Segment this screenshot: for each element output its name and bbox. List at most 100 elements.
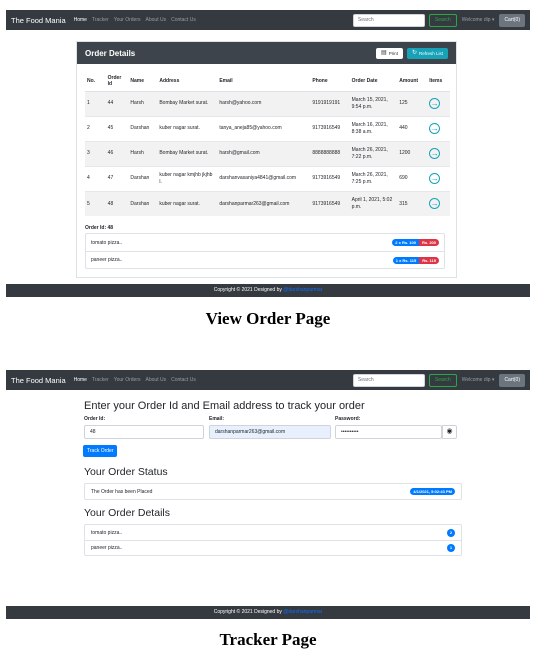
cell-phone: 9173916549 [310, 115, 350, 141]
order-id-label: Order Id: [84, 416, 106, 422]
col-phone: Phone [310, 72, 350, 92]
cell-amount: 690 [397, 165, 428, 191]
cell-phone: 9173916549 [310, 190, 350, 216]
status-text: The Order has been Placed [91, 488, 153, 495]
navbar-right: Search Search Welcome dip ▾ Cart(0) [352, 13, 525, 27]
item-price-badge: 1 x Rs. 115 Rs. 115 [392, 256, 439, 264]
cell-phone: 9173916549 [310, 165, 350, 191]
tracker-heading: Enter your Order Id and Email address to… [84, 400, 365, 412]
eye-icon[interactable]: ◉ [442, 425, 457, 439]
arrow-circle-right-icon[interactable]: → [429, 123, 441, 134]
nav-contact-us[interactable]: Contact Us [171, 17, 196, 23]
password-input[interactable]: •••••••••• [335, 425, 442, 439]
arrow-circle-right-icon[interactable]: → [429, 173, 441, 184]
nav-about-us[interactable]: About Us [146, 17, 167, 23]
order-id-input[interactable]: 48 [84, 425, 204, 439]
cell-email: harsh@gmail.com [217, 140, 311, 166]
nav-tracker[interactable]: Tracker [92, 17, 109, 23]
cell-order-id: 46 [105, 140, 129, 166]
nav-your-orders[interactable]: Your Orders [114, 17, 141, 23]
footer-link[interactable]: @darshanparmar [283, 609, 322, 615]
cell-no: 5 [85, 190, 106, 216]
item-price-badge: 2 x Rs. 100 Rs. 200 [392, 239, 439, 246]
card-header: Order Details ▤ Print ↻ Refresh List [77, 42, 456, 64]
nav-contact-us[interactable]: Contact Us [171, 377, 196, 383]
nav-tracker[interactable]: Tracker [92, 377, 109, 383]
col-amount: Amount [397, 72, 428, 92]
cell-phone: 9191919191 [310, 90, 350, 116]
caption-view-order: View Order Page [205, 309, 331, 328]
tracker-screenshot: The Food Mania Home Tracker Your Orders … [6, 370, 530, 620]
refresh-list-button[interactable]: ↻ Refresh List [406, 47, 448, 59]
cell-address: kuber nagar surat. [157, 115, 218, 141]
cell-order-id: 45 [105, 115, 129, 141]
cell-phone: 8888888888 [310, 140, 350, 166]
nav-home[interactable]: Home [74, 17, 87, 23]
track-order-button[interactable]: Track Order [83, 445, 118, 457]
col-order-id: Order Id [105, 72, 129, 92]
item-qty-badge: 1 x Rs. 115 [392, 256, 420, 264]
order-status-heading: Your Order Status [84, 466, 168, 478]
item-total-badge: Rs. 115 [419, 256, 439, 264]
cell-address: kuber nagar surat. [157, 190, 218, 216]
cell-date: March 26, 2021, 7:22 p.m. [349, 140, 398, 166]
search-button[interactable]: Search [428, 13, 457, 27]
selected-order-label: Order Id: 48 [85, 225, 114, 231]
print-label: Print [388, 50, 398, 56]
cell-address: Bombay Market surat. [157, 140, 218, 166]
nav-home[interactable]: Home [74, 377, 87, 383]
cell-amount: 315 [397, 190, 428, 216]
brand-logo[interactable]: The Food Mania [11, 16, 66, 25]
footer: Copyright © 2021 Designed by @darshanpar… [6, 606, 530, 619]
refresh-label: Refresh List [418, 50, 443, 56]
table-header-row: No. Order Id Name Address Email Phone Or… [85, 72, 450, 92]
order-details-heading: Your Order Details [84, 507, 170, 519]
search-input[interactable]: Search [352, 13, 425, 27]
caption-tracker: Tracker Page [219, 630, 317, 649]
user-menu[interactable]: Welcome dip ▾ [462, 377, 495, 383]
nav-about-us[interactable]: About Us [146, 377, 167, 383]
table-row: 5 48 Darshan kuber nagar surat. darshanp… [85, 190, 450, 216]
search-button[interactable]: Search [428, 373, 457, 387]
col-email: Email [217, 72, 311, 92]
order-details-card: Order Details ▤ Print ↻ Refresh List No.… [76, 41, 457, 278]
cell-no: 3 [85, 140, 106, 166]
cell-date: March 15, 2021, 9:54 p.m. [349, 90, 398, 116]
cell-date: March 16, 2021, 8:38 a.m. [349, 115, 398, 141]
card-title: Order Details [85, 48, 136, 58]
cell-name: Harsh [128, 140, 158, 166]
cell-email: harsh@yahoo.com [217, 90, 311, 116]
brand-logo[interactable]: The Food Mania [11, 376, 66, 385]
print-button[interactable]: ▤ Print [376, 47, 403, 59]
user-menu[interactable]: Welcome dip ▾ [462, 17, 495, 23]
table-row: 3 46 Harsh Bombay Market surat. harsh@gm… [85, 140, 450, 166]
col-name: Name [128, 72, 158, 92]
list-item: tomato pizza.. 2 [85, 525, 461, 540]
order-items-list: tomato pizza.. 2 x Rs. 100 Rs. 200 panee… [85, 233, 445, 269]
cart-button[interactable]: Cart(0) [499, 13, 525, 27]
item-name: tomato pizza.. [91, 239, 123, 246]
cart-button[interactable]: Cart(0) [499, 373, 525, 387]
col-items: Items [427, 72, 450, 92]
item-name: paneer pizza.. [91, 545, 123, 551]
email-label: Email: [209, 416, 225, 422]
footer-link[interactable]: @darshanparmar [283, 287, 322, 293]
nav-your-orders[interactable]: Your Orders [114, 377, 141, 383]
list-item: The Order has been Placed 4/1/2021, 5:02… [85, 484, 461, 499]
search-input[interactable]: Search [352, 373, 425, 387]
arrow-circle-right-icon[interactable]: → [429, 198, 441, 210]
cell-name: Harsh [128, 90, 158, 116]
cell-email: darshanvasaniya4841@gmail.com [217, 165, 311, 191]
cell-order-id: 48 [105, 190, 129, 216]
col-no: No. [85, 72, 106, 92]
email-input[interactable]: darshanparmar263@gmail.com [209, 425, 331, 439]
cell-email: tanya_aneja85@yahoo.com [217, 115, 311, 141]
order-status-list: The Order has been Placed 4/1/2021, 5:02… [84, 483, 462, 500]
arrow-circle-right-icon[interactable]: → [429, 98, 441, 109]
cell-no: 1 [85, 90, 106, 116]
item-total-badge: Rs. 200 [418, 239, 439, 246]
cell-name: Darshan [128, 115, 158, 141]
cell-address: Bombay Market surat. [157, 90, 218, 116]
navbar: The Food Mania Home Tracker Your Orders … [6, 10, 530, 30]
arrow-circle-right-icon[interactable]: → [429, 148, 441, 159]
